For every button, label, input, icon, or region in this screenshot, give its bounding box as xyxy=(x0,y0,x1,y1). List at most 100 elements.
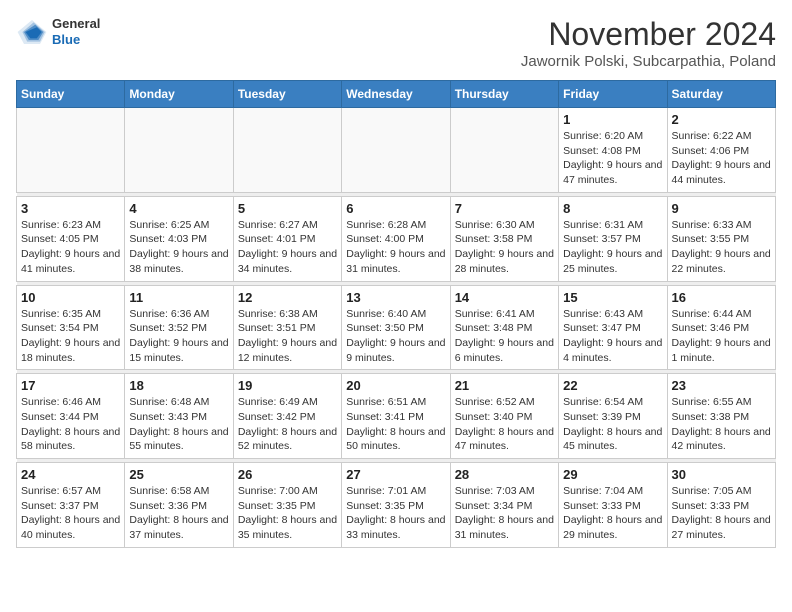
day-number: 16 xyxy=(672,290,771,305)
col-tuesday: Tuesday xyxy=(233,81,341,108)
day-info: Sunrise: 6:55 AM Sunset: 3:38 PM Dayligh… xyxy=(672,395,771,454)
table-row: 7 Sunrise: 6:30 AM Sunset: 3:58 PM Daylig… xyxy=(450,196,558,281)
calendar-week-1: 1 Sunrise: 6:20 AM Sunset: 4:08 PM Daylig… xyxy=(17,108,776,193)
table-row: 2Sunrise: 6:22 AM Sunset: 4:06 PM Daylig… xyxy=(667,108,775,193)
table-row: 26Sunrise: 7:00 AM Sunset: 3:35 PM Dayli… xyxy=(233,463,341,548)
table-row xyxy=(450,108,558,193)
day-number: 1 xyxy=(563,112,662,127)
day-number: 2 xyxy=(672,112,771,127)
day-info: Sunrise: 6:33 AM Sunset: 3:55 PM Dayligh… xyxy=(672,218,771,277)
day-info: Sunrise: 7:04 AM Sunset: 3:33 PM Dayligh… xyxy=(563,484,662,543)
day-number: 22 xyxy=(563,378,662,393)
table-row: 14Sunrise: 6:41 AM Sunset: 3:48 PM Dayli… xyxy=(450,285,558,370)
logo-general: General xyxy=(52,16,100,32)
day-info: Sunrise: 6:36 AM Sunset: 3:52 PM Dayligh… xyxy=(129,307,228,366)
title-area: November 2024 Jawornik Polski, Subcarpat… xyxy=(521,16,776,70)
location-title: Jawornik Polski, Subcarpathia, Poland xyxy=(521,53,776,70)
day-info: Sunrise: 6:57 AM Sunset: 3:37 PM Dayligh… xyxy=(21,484,120,543)
table-row: 30Sunrise: 7:05 AM Sunset: 3:33 PM Dayli… xyxy=(667,463,775,548)
table-row: 25 Sunrise: 6:58 AM Sunset: 3:36 PM Dayli… xyxy=(125,463,233,548)
day-info: Sunrise: 6:38 AM Sunset: 3:51 PM Dayligh… xyxy=(238,307,337,366)
day-number: 6 xyxy=(346,201,445,216)
table-row: 27 Sunrise: 7:01 AM Sunset: 3:35 PM Dayli… xyxy=(342,463,450,548)
table-row: 24 Sunrise: 6:57 AM Sunset: 3:37 PM Dayli… xyxy=(17,463,125,548)
table-row: 21Sunrise: 6:52 AM Sunset: 3:40 PM Dayli… xyxy=(450,374,558,459)
table-row: 16 Sunrise: 6:44 AM Sunset: 3:46 PM Dayli… xyxy=(667,285,775,370)
day-number: 20 xyxy=(346,378,445,393)
calendar-table: Sunday Monday Tuesday Wednesday Thursday… xyxy=(16,80,776,548)
day-info: Sunrise: 6:58 AM Sunset: 3:36 PM Dayligh… xyxy=(129,484,228,543)
day-number: 27 xyxy=(346,467,445,482)
table-row xyxy=(125,108,233,193)
table-row: 29 Sunrise: 7:04 AM Sunset: 3:33 PM Dayli… xyxy=(559,463,667,548)
day-info: Sunrise: 7:03 AM Sunset: 3:34 PM Dayligh… xyxy=(455,484,554,543)
table-row: 6 Sunrise: 6:28 AM Sunset: 4:00 PM Daylig… xyxy=(342,196,450,281)
table-row: 10 Sunrise: 6:35 AM Sunset: 3:54 PM Dayli… xyxy=(17,285,125,370)
calendar-week-5: 24 Sunrise: 6:57 AM Sunset: 3:37 PM Dayli… xyxy=(17,463,776,548)
day-number: 17 xyxy=(21,378,120,393)
day-number: 4 xyxy=(129,201,228,216)
day-info: Sunrise: 7:00 AM Sunset: 3:35 PM Dayligh… xyxy=(238,484,337,543)
day-info: Sunrise: 6:51 AM Sunset: 3:41 PM Dayligh… xyxy=(346,395,445,454)
day-number: 18 xyxy=(129,378,228,393)
day-number: 7 xyxy=(455,201,554,216)
page-header: General Blue November 2024 Jawornik Pols… xyxy=(16,16,776,70)
table-row: 28 Sunrise: 7:03 AM Sunset: 3:34 PM Dayli… xyxy=(450,463,558,548)
logo-text: General Blue xyxy=(52,16,100,47)
day-info: Sunrise: 6:30 AM Sunset: 3:58 PM Dayligh… xyxy=(455,218,554,277)
day-number: 13 xyxy=(346,290,445,305)
day-info: Sunrise: 6:20 AM Sunset: 4:08 PM Dayligh… xyxy=(563,129,662,188)
table-row: 12 Sunrise: 6:38 AM Sunset: 3:51 PM Dayli… xyxy=(233,285,341,370)
day-number: 5 xyxy=(238,201,337,216)
day-number: 19 xyxy=(238,378,337,393)
logo: General Blue xyxy=(16,16,100,48)
col-monday: Monday xyxy=(125,81,233,108)
day-number: 11 xyxy=(129,290,228,305)
day-info: Sunrise: 6:23 AM Sunset: 4:05 PM Dayligh… xyxy=(21,218,120,277)
day-info: Sunrise: 7:01 AM Sunset: 3:35 PM Dayligh… xyxy=(346,484,445,543)
day-info: Sunrise: 6:54 AM Sunset: 3:39 PM Dayligh… xyxy=(563,395,662,454)
day-info: Sunrise: 6:52 AM Sunset: 3:40 PM Dayligh… xyxy=(455,395,554,454)
day-info: Sunrise: 6:48 AM Sunset: 3:43 PM Dayligh… xyxy=(129,395,228,454)
table-row: 11 Sunrise: 6:36 AM Sunset: 3:52 PM Dayli… xyxy=(125,285,233,370)
day-info: Sunrise: 6:44 AM Sunset: 3:46 PM Dayligh… xyxy=(672,307,771,366)
table-row: 13Sunrise: 6:40 AM Sunset: 3:50 PM Dayli… xyxy=(342,285,450,370)
calendar-week-4: 17 Sunrise: 6:46 AM Sunset: 3:44 PM Dayli… xyxy=(17,374,776,459)
day-number: 24 xyxy=(21,467,120,482)
day-info: Sunrise: 6:27 AM Sunset: 4:01 PM Dayligh… xyxy=(238,218,337,277)
day-number: 25 xyxy=(129,467,228,482)
day-info: Sunrise: 6:35 AM Sunset: 3:54 PM Dayligh… xyxy=(21,307,120,366)
col-friday: Friday xyxy=(559,81,667,108)
day-info: Sunrise: 7:05 AM Sunset: 3:33 PM Dayligh… xyxy=(672,484,771,543)
col-sunday: Sunday xyxy=(17,81,125,108)
day-number: 28 xyxy=(455,467,554,482)
day-info: Sunrise: 6:43 AM Sunset: 3:47 PM Dayligh… xyxy=(563,307,662,366)
table-row: 19 Sunrise: 6:49 AM Sunset: 3:42 PM Dayli… xyxy=(233,374,341,459)
table-row xyxy=(17,108,125,193)
table-row: 5 Sunrise: 6:27 AM Sunset: 4:01 PM Daylig… xyxy=(233,196,341,281)
table-row: 20 Sunrise: 6:51 AM Sunset: 3:41 PM Dayli… xyxy=(342,374,450,459)
day-info: Sunrise: 6:28 AM Sunset: 4:00 PM Dayligh… xyxy=(346,218,445,277)
table-row: 8Sunrise: 6:31 AM Sunset: 3:57 PM Daylig… xyxy=(559,196,667,281)
table-row: 15 Sunrise: 6:43 AM Sunset: 3:47 PM Dayli… xyxy=(559,285,667,370)
logo-icon xyxy=(16,16,48,48)
month-title: November 2024 xyxy=(521,16,776,53)
day-number: 15 xyxy=(563,290,662,305)
logo-blue: Blue xyxy=(52,32,100,48)
day-number: 3 xyxy=(21,201,120,216)
day-number: 12 xyxy=(238,290,337,305)
day-number: 8 xyxy=(563,201,662,216)
table-row: 17 Sunrise: 6:46 AM Sunset: 3:44 PM Dayli… xyxy=(17,374,125,459)
day-number: 10 xyxy=(21,290,120,305)
day-info: Sunrise: 6:25 AM Sunset: 4:03 PM Dayligh… xyxy=(129,218,228,277)
col-saturday: Saturday xyxy=(667,81,775,108)
calendar-week-3: 10 Sunrise: 6:35 AM Sunset: 3:54 PM Dayli… xyxy=(17,285,776,370)
table-row xyxy=(233,108,341,193)
day-number: 29 xyxy=(563,467,662,482)
table-row: 4 Sunrise: 6:25 AM Sunset: 4:03 PM Daylig… xyxy=(125,196,233,281)
day-number: 9 xyxy=(672,201,771,216)
day-info: Sunrise: 6:49 AM Sunset: 3:42 PM Dayligh… xyxy=(238,395,337,454)
day-info: Sunrise: 6:46 AM Sunset: 3:44 PM Dayligh… xyxy=(21,395,120,454)
day-number: 23 xyxy=(672,378,771,393)
table-row xyxy=(342,108,450,193)
